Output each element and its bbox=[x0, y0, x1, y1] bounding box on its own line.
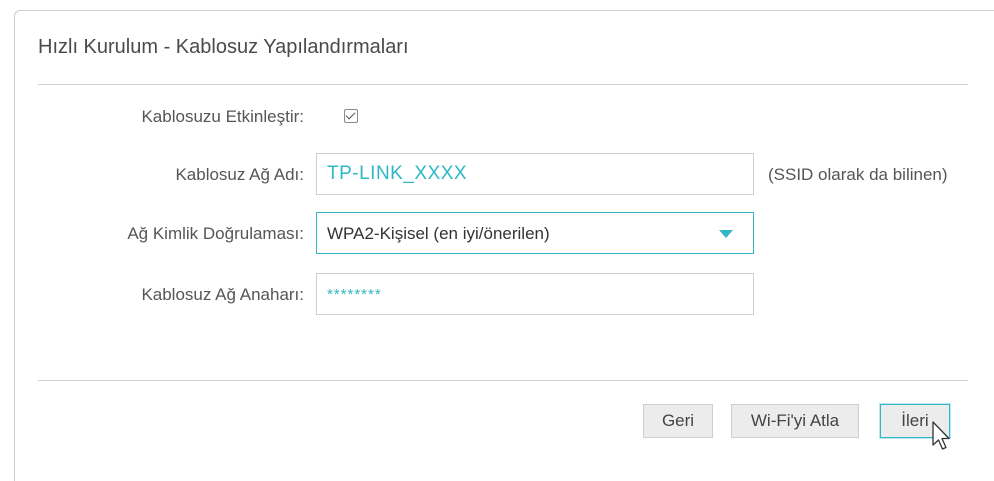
title-divider bbox=[38, 84, 968, 85]
triangle-down-icon bbox=[719, 230, 733, 238]
ssid-hint: (SSID olarak da bilinen) bbox=[768, 165, 948, 184]
checkmark-icon bbox=[345, 109, 356, 120]
password-input[interactable] bbox=[316, 273, 754, 315]
skip-wifi-button[interactable]: Wi-Fi'yi Atla bbox=[731, 404, 859, 438]
mouse-pointer-icon bbox=[932, 421, 950, 450]
footer-divider bbox=[38, 380, 968, 381]
auth-select[interactable]: WPA2-Kişisel (en iyi/önerilen) bbox=[316, 212, 754, 254]
password-label: Kablosuz Ağ Anaharı: bbox=[141, 285, 304, 304]
page-title: Hızlı Kurulum - Kablosuz Yapılandırmalar… bbox=[38, 36, 409, 58]
back-button[interactable]: Geri bbox=[643, 404, 713, 438]
enable-wireless-checkbox[interactable] bbox=[344, 109, 358, 123]
ssid-label: Kablosuz Ağ Adı: bbox=[175, 165, 304, 184]
auth-selected-value: WPA2-Kişisel (en iyi/önerilen) bbox=[327, 224, 550, 243]
auth-label: Ağ Kimlik Doğrulaması: bbox=[127, 224, 304, 243]
enable-wireless-label: Kablosuzu Etkinleştir: bbox=[141, 107, 304, 126]
ssid-input[interactable] bbox=[316, 153, 754, 195]
